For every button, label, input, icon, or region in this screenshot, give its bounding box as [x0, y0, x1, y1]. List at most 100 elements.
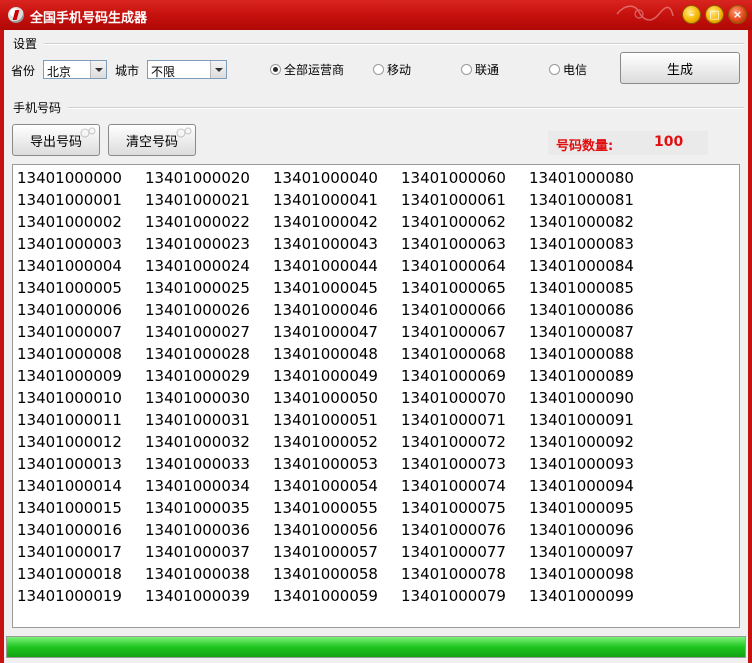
- province-value: 北京: [47, 65, 72, 79]
- close-button[interactable]: ×: [728, 5, 747, 24]
- phone-number: 13401000023: [145, 235, 250, 253]
- phone-number: 13401000094: [529, 477, 634, 495]
- settings-group-label: 设置: [13, 37, 38, 51]
- phone-number: 13401000006: [17, 301, 122, 319]
- phone-number: 13401000092: [529, 433, 634, 451]
- minimize-icon: –: [688, 8, 695, 21]
- radio-telecom[interactable]: 电信: [549, 61, 587, 78]
- province-label: 省份: [11, 64, 36, 78]
- radio-selected-icon[interactable]: [270, 64, 281, 75]
- phone-number: 13401000076: [401, 521, 506, 539]
- number-column: 13401000040 13401000041 13401000042 1340100…: [273, 167, 378, 607]
- phone-number: 13401000036: [145, 521, 250, 539]
- city-select[interactable]: 不限: [147, 60, 227, 79]
- phone-number: 13401000007: [17, 323, 122, 341]
- phone-number: 13401000020: [145, 169, 250, 187]
- phone-number: 13401000060: [401, 169, 506, 187]
- phone-number: 13401000089: [529, 367, 634, 385]
- city-label: 城市: [115, 64, 140, 78]
- phone-number: 13401000047: [273, 323, 378, 341]
- window-border-left: [0, 30, 4, 663]
- radio-unselected-icon[interactable]: [549, 64, 560, 75]
- progress-fill: [7, 637, 745, 657]
- phone-number: 13401000052: [273, 433, 378, 451]
- phone-number: 13401000039: [145, 587, 250, 605]
- phone-number: 13401000070: [401, 389, 506, 407]
- phone-number: 13401000063: [401, 235, 506, 253]
- phone-number: 13401000035: [145, 499, 250, 517]
- phone-number: 13401000009: [17, 367, 122, 385]
- maximize-icon: □: [709, 8, 720, 21]
- phone-number: 13401000037: [145, 543, 250, 561]
- phone-number: 13401000022: [145, 213, 250, 231]
- phone-number: 13401000050: [273, 389, 378, 407]
- radio-unicom[interactable]: 联通: [461, 61, 499, 78]
- radio-all-carriers-label: 全部运营商: [284, 63, 345, 77]
- export-numbers-button[interactable]: 导出号码: [12, 124, 100, 156]
- phone-number: 13401000056: [273, 521, 378, 539]
- phone-number: 13401000069: [401, 367, 506, 385]
- numbers-group-label: 手机号码: [13, 101, 62, 115]
- phone-number: 13401000012: [17, 433, 122, 451]
- title-bar[interactable]: 全国手机号码生成器 – □ ×: [0, 0, 752, 30]
- clear-numbers-label: 清空号码: [125, 134, 178, 150]
- province-select[interactable]: 北京: [43, 60, 107, 79]
- phone-number: 13401000077: [401, 543, 506, 561]
- chevron-down-icon[interactable]: [90, 61, 106, 78]
- phone-number: 13401000040: [273, 169, 378, 187]
- phone-number: 13401000093: [529, 455, 634, 473]
- clear-numbers-button[interactable]: 清空号码: [108, 124, 196, 156]
- phone-number: 13401000028: [145, 345, 250, 363]
- phone-number: 13401000095: [529, 499, 634, 517]
- phone-number: 13401000064: [401, 257, 506, 275]
- phone-number: 13401000021: [145, 191, 250, 209]
- generate-button-label: 生成: [666, 62, 693, 78]
- phone-number: 13401000019: [17, 587, 122, 605]
- phone-number: 13401000068: [401, 345, 506, 363]
- number-column: 13401000000 13401000001 13401000002 1340100…: [17, 167, 122, 607]
- phone-number: 13401000049: [273, 367, 378, 385]
- phone-number: 13401000054: [273, 477, 378, 495]
- phone-number: 13401000000: [17, 169, 122, 187]
- phone-number: 13401000082: [529, 213, 634, 231]
- number-column: 13401000020 13401000021 13401000022 1340100…: [145, 167, 250, 607]
- phone-number: 13401000065: [401, 279, 506, 297]
- phone-number: 13401000017: [17, 543, 122, 561]
- phone-number: 13401000084: [529, 257, 634, 275]
- phone-number: 13401000044: [273, 257, 378, 275]
- phone-number: 13401000078: [401, 565, 506, 583]
- radio-unselected-icon[interactable]: [373, 64, 384, 75]
- generate-button[interactable]: 生成: [620, 52, 740, 84]
- phone-number: 13401000072: [401, 433, 506, 451]
- window-title: 全国手机号码生成器: [30, 11, 148, 26]
- radio-all-carriers[interactable]: 全部运营商: [270, 61, 344, 78]
- phone-number: 13401000043: [273, 235, 378, 253]
- chevron-down-icon[interactable]: [210, 61, 226, 78]
- number-column: 13401000060 13401000061 13401000062 1340100…: [401, 167, 506, 607]
- number-column: 13401000080 13401000081 13401000082 1340100…: [529, 167, 634, 607]
- phone-number: 13401000066: [401, 301, 506, 319]
- phone-number: 13401000024: [145, 257, 250, 275]
- numbers-textarea[interactable]: 13401000000 13401000001 13401000002 1340100…: [12, 164, 740, 628]
- phone-number: 13401000005: [17, 279, 122, 297]
- phone-number: 13401000042: [273, 213, 378, 231]
- phone-number: 13401000055: [273, 499, 378, 517]
- phone-number: 13401000025: [145, 279, 250, 297]
- numbers-group-divider: [68, 107, 744, 109]
- phone-number: 13401000080: [529, 169, 634, 187]
- phone-number: 13401000018: [17, 565, 122, 583]
- phone-number: 13401000053: [273, 455, 378, 473]
- radio-mobile[interactable]: 移动: [373, 61, 411, 78]
- phone-number: 13401000011: [17, 411, 122, 429]
- minimize-button[interactable]: –: [682, 5, 701, 24]
- phone-number: 13401000014: [17, 477, 122, 495]
- phone-number: 13401000041: [273, 191, 378, 209]
- phone-number: 13401000051: [273, 411, 378, 429]
- phone-number: 13401000058: [273, 565, 378, 583]
- phone-number: 13401000001: [17, 191, 122, 209]
- radio-unselected-icon[interactable]: [461, 64, 472, 75]
- phone-number: 13401000033: [145, 455, 250, 473]
- phone-number: 13401000085: [529, 279, 634, 297]
- settings-group-divider: [44, 43, 744, 45]
- maximize-button[interactable]: □: [705, 5, 724, 24]
